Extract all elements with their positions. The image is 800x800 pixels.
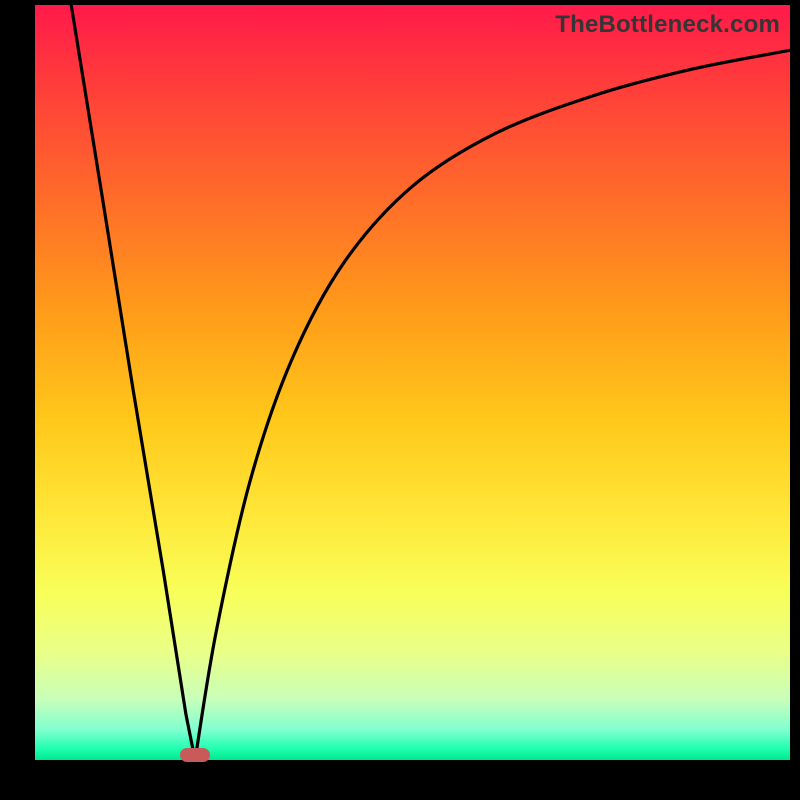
curve-svg	[35, 5, 790, 760]
min-marker	[180, 748, 210, 762]
plot-area: TheBottleneck.com	[35, 5, 790, 760]
watermark-text: TheBottleneck.com	[555, 11, 780, 39]
curve-path	[71, 5, 790, 760]
chart-container: TheBottleneck.com	[0, 0, 800, 800]
